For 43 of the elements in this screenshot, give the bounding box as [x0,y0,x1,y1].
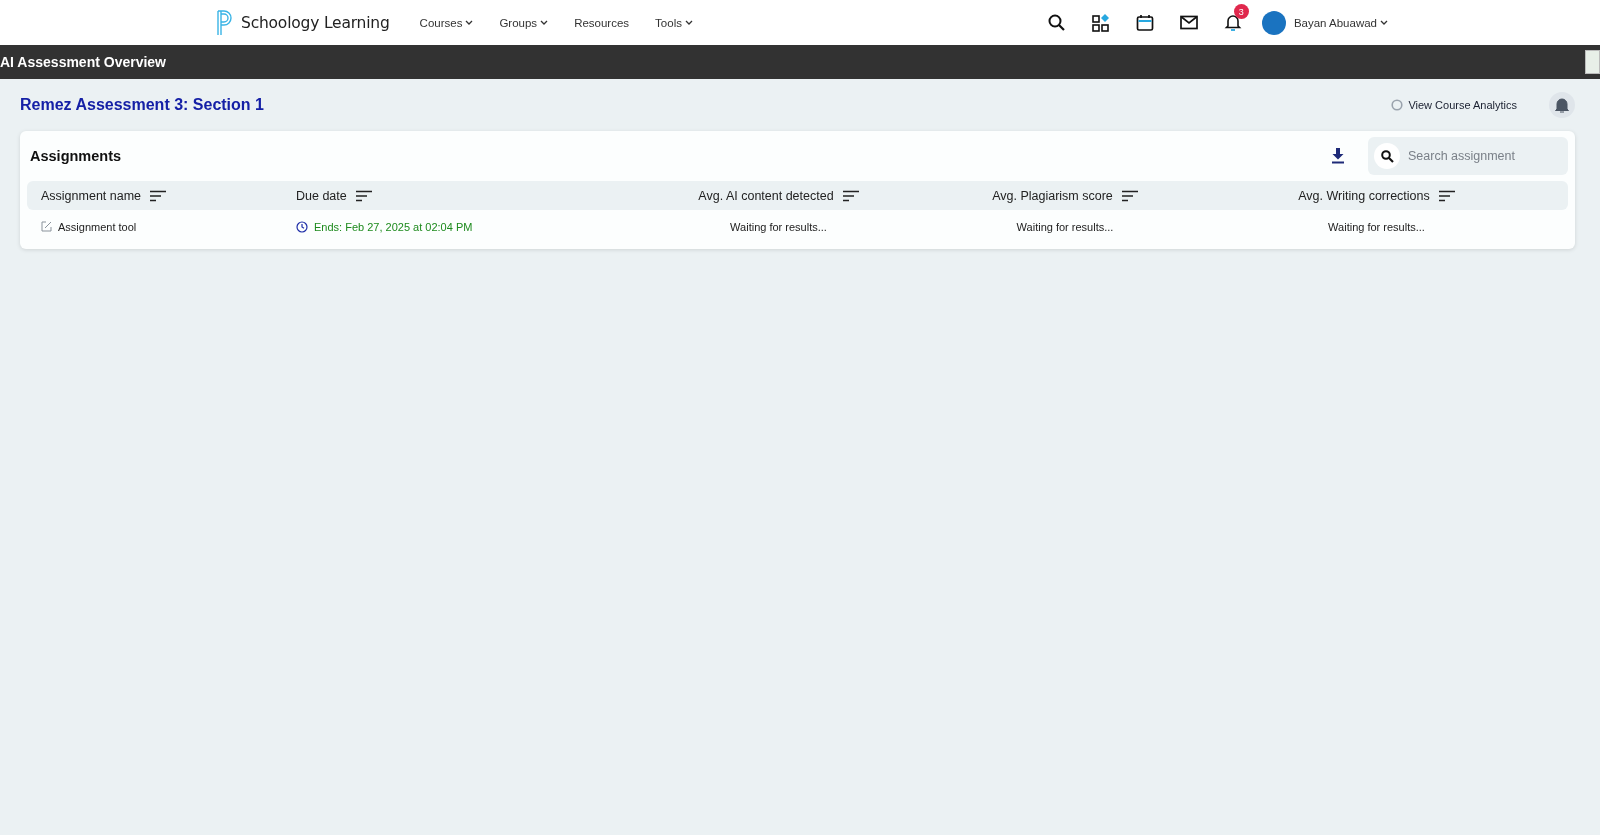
status-text: Waiting for results... [1016,220,1114,233]
column-header[interactable]: Avg. Plagiarism score [992,188,1113,203]
brand-name[interactable]: Schoology Learning [241,13,390,32]
due-date: Ends: Feb 27, 2025 at 02:04 PM [314,220,473,233]
loading-icon [1391,99,1404,111]
sort-icon[interactable] [150,189,167,202]
search-icon[interactable] [1047,13,1066,32]
notification-badge: 3 [1233,4,1249,19]
notification-button[interactable] [1549,92,1575,118]
user-avatar[interactable] [1261,10,1286,35]
status-text: Waiting for results... [730,220,827,233]
status-text: Waiting for results... [1328,220,1425,233]
mail-icon[interactable] [1179,15,1198,30]
card-title: Assignments [30,148,122,164]
column-header[interactable]: Avg. AI content detected [698,188,834,203]
view-analytics-link[interactable]: View Course Analytics [1391,99,1517,111]
nav-menu-item[interactable]: Tools [655,16,693,29]
chevron-icon [540,19,549,26]
assignment-link[interactable]: Assignment tool [58,220,137,233]
column-header[interactable]: Due date [296,188,347,203]
notifications-icon[interactable] [1223,13,1242,32]
sort-icon[interactable] [1438,189,1455,202]
page-title: AI Assessment Overview [0,54,166,70]
chevron-icon [684,19,693,26]
course-title: Remez Assessment 3: Section 1 [20,96,264,114]
apps-grid-icon[interactable] [1091,13,1110,32]
search-field[interactable]: Search assignment [1368,137,1568,175]
user-menu[interactable]: Bayan Abuawad [1293,16,1388,29]
edit-icon [41,221,52,232]
nav-menu-item[interactable]: Groups [499,16,549,29]
bell-icon [1554,96,1570,114]
sort-icon[interactable] [355,189,372,202]
sort-icon[interactable] [842,189,859,202]
column-header[interactable]: Avg. Writing corrections [1298,188,1430,203]
calendar-icon[interactable] [1135,13,1154,32]
column-header[interactable]: Assignment name [41,188,142,203]
chevron-icon [1380,19,1388,26]
clock-icon [296,220,308,233]
chevron-icon [465,19,474,26]
nav-menu-item[interactable]: Resources [574,16,630,29]
sort-icon[interactable] [1121,189,1138,202]
download-icon[interactable] [1331,148,1345,164]
nav-menu-item[interactable]: Courses [419,16,474,29]
